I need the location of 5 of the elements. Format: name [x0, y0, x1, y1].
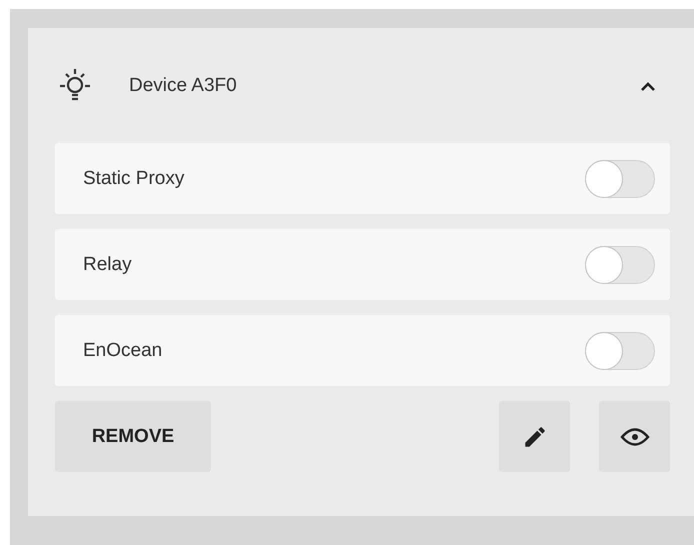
setting-label: Static Proxy — [83, 168, 184, 190]
setting-label: EnOcean — [83, 340, 162, 362]
remove-button[interactable]: REMOVE — [55, 401, 211, 472]
device-title: Device A3F0 — [129, 74, 238, 96]
setting-label: Relay — [83, 254, 132, 276]
